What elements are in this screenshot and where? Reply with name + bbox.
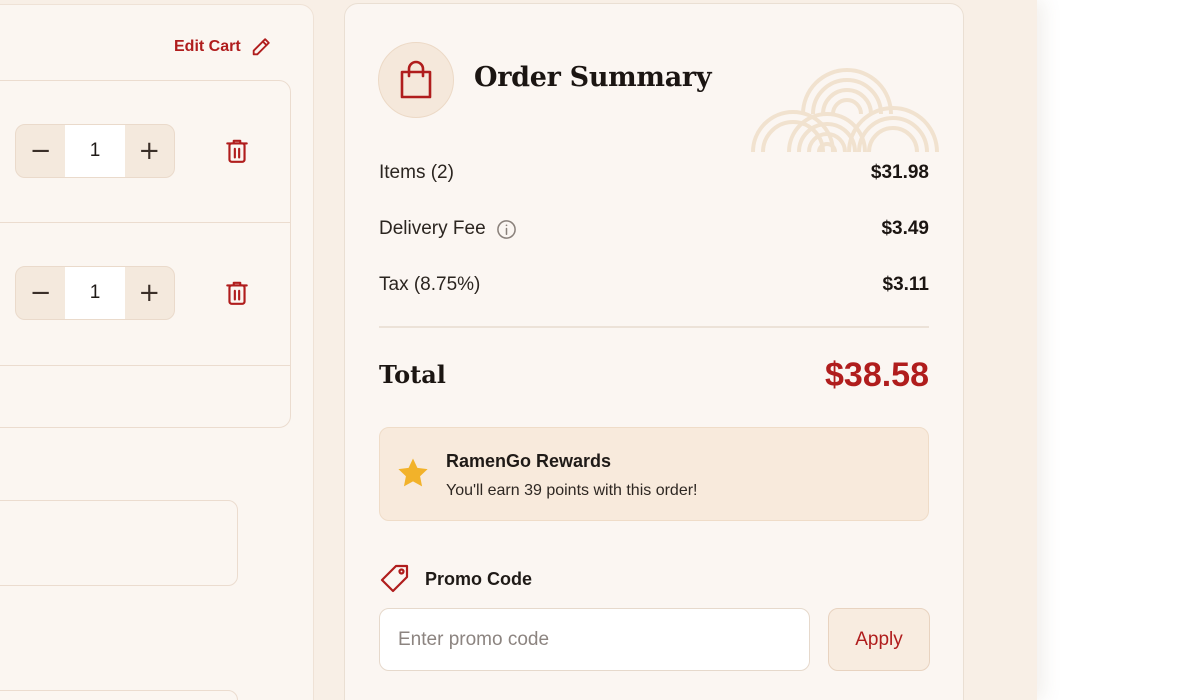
promo-code-header: Promo Code — [379, 563, 532, 595]
shopping-bag-badge — [378, 42, 454, 118]
rewards-subtitle: You'll earn 39 points with this order! — [446, 482, 698, 499]
promo-code-label: Promo Code — [425, 568, 533, 589]
total-label: Total — [379, 360, 446, 389]
apply-promo-button[interactable]: Apply — [828, 608, 930, 671]
rewards-banner: RamenGo Rewards You'll earn 39 points wi… — [379, 427, 929, 521]
increase-quantity-button[interactable]: + — [125, 125, 174, 177]
tax-label: Tax (8.75%) — [379, 274, 481, 295]
promo-code-input[interactable] — [379, 608, 810, 671]
cart-note-box — [0, 500, 238, 586]
quantity-stepper: − 1 + — [15, 266, 175, 320]
summary-row-delivery: Delivery Fee $3.49 — [379, 216, 929, 242]
summary-row-tax: Tax (8.75%) $3.11 — [379, 272, 929, 298]
edit-cart-label: Edit Cart — [174, 38, 241, 55]
decrease-quantity-button[interactable]: − — [16, 267, 65, 319]
delivery-label-group: Delivery Fee — [379, 218, 517, 240]
rewards-title: RamenGo Rewards — [446, 451, 612, 471]
info-icon[interactable] — [496, 219, 517, 240]
order-summary-panel: Order Summary Items (2) $31.98 Delivery … — [344, 3, 964, 700]
trash-icon[interactable] — [224, 279, 250, 307]
wave-pattern-decoration — [751, 68, 939, 153]
shopping-bag-icon — [400, 60, 432, 99]
quantity-value[interactable]: 1 — [65, 267, 125, 319]
decrease-quantity-button[interactable]: − — [16, 125, 65, 177]
item-divider — [0, 222, 290, 223]
app-background: Edit Cart − 1 + − 1 + Order Summary Item… — [0, 0, 1037, 700]
items-value: $31.98 — [870, 162, 929, 183]
total-value: $38.58 — [825, 356, 929, 394]
pencil-icon — [252, 38, 270, 56]
summary-row-items: Items (2) $31.98 — [379, 160, 929, 186]
tax-value: $3.11 — [882, 274, 930, 295]
delivery-fee-label: Delivery Fee — [379, 218, 486, 239]
summary-divider — [379, 326, 929, 328]
increase-quantity-button[interactable]: + — [125, 267, 174, 319]
cart-bottom-box — [0, 690, 238, 700]
tag-icon — [380, 564, 409, 593]
items-label: Items (2) — [379, 162, 454, 183]
cart-items-card: − 1 + − 1 + — [0, 80, 291, 428]
page-title: Order Summary — [474, 62, 712, 93]
star-icon — [398, 458, 428, 487]
edit-cart-link[interactable]: Edit Cart — [174, 34, 272, 60]
delivery-fee-value: $3.49 — [881, 218, 929, 239]
quantity-stepper: − 1 + — [15, 124, 175, 178]
trash-icon[interactable] — [224, 137, 250, 165]
quantity-value[interactable]: 1 — [65, 125, 125, 177]
item-divider — [0, 365, 290, 366]
